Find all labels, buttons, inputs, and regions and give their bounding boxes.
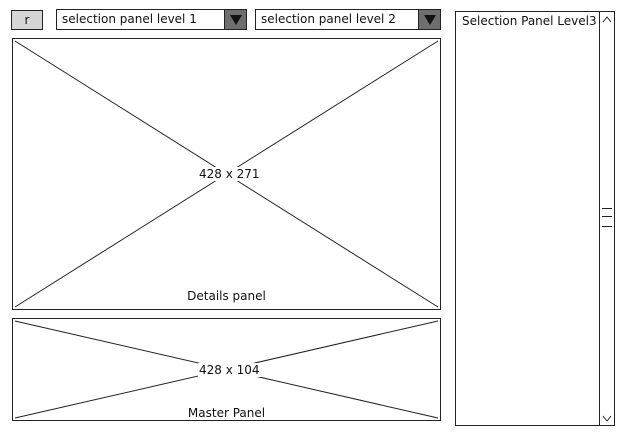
selection-level3-list[interactable]: Selection Panel Level3: [455, 11, 615, 426]
triangle-down-icon[interactable]: [418, 10, 440, 29]
selection-level1-dropdown[interactable]: selection panel level 1: [56, 9, 247, 30]
details-panel-caption: Details panel: [187, 289, 266, 303]
chevron-down-icon[interactable]: [600, 412, 614, 424]
scroll-grip-line[interactable]: [602, 216, 612, 217]
triangle-down-icon[interactable]: [224, 10, 246, 29]
details-panel-dimensions: 428 x 271: [198, 167, 261, 181]
scroll-grip-line[interactable]: [602, 208, 612, 209]
master-panel-caption: Master Panel: [187, 406, 266, 420]
list-title: Selection Panel Level3: [462, 14, 597, 28]
selection-level1-value: selection panel level 1: [62, 12, 197, 26]
master-panel-dimensions: 428 x 104: [198, 363, 261, 377]
master-panel: 428 x 104 Master Panel: [12, 318, 441, 421]
r-button[interactable]: r: [11, 10, 43, 30]
selection-level2-value: selection panel level 2: [261, 12, 396, 26]
chevron-up-icon[interactable]: [600, 13, 614, 25]
scroll-grip-line[interactable]: [602, 226, 612, 227]
details-panel: 428 x 271 Details panel: [12, 38, 441, 310]
selection-level2-dropdown[interactable]: selection panel level 2: [255, 9, 441, 30]
vertical-scrollbar[interactable]: [599, 12, 614, 425]
